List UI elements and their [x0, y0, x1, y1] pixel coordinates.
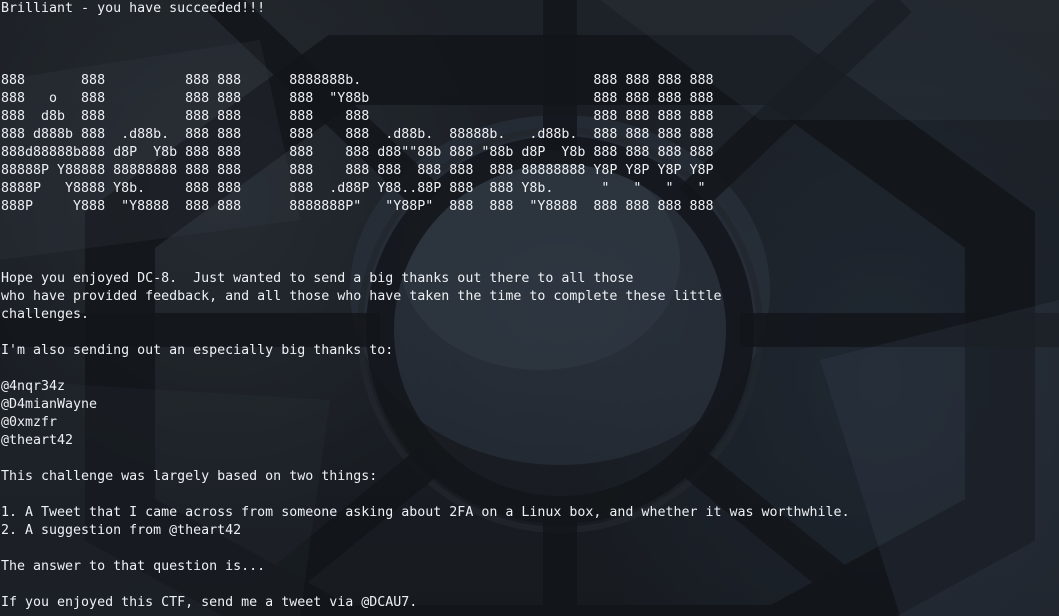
special-thanks-heading: I'm also sending out an especially big t… — [1, 343, 394, 358]
thanks-paragraph-line: challenges. — [1, 307, 90, 322]
ascii-banner-line: 888 o 888 888 888 888 "Y88b 888 888 888 … — [1, 91, 714, 106]
ascii-banner-line: 888 888 888 888 8888888b. 888 888 888 88… — [1, 73, 714, 88]
ascii-banner-line: 888P Y888 "Y8888 888 888 8888888P" "Y88P… — [1, 199, 714, 214]
thanks-paragraph-line: who have provided feedback, and all thos… — [1, 289, 722, 304]
basis-list-item: 1. A Tweet that I came across from someo… — [1, 505, 850, 520]
success-message: Brilliant - you have succeeded!!! — [1, 1, 266, 16]
terminal-window[interactable]: Brilliant - you have succeeded!!! 888 888… — [0, 0, 1059, 616]
tweet-request-line: If you enjoyed this CTF, send me a tweet… — [1, 595, 418, 610]
handle-list-item: @4nqr34z — [1, 379, 66, 394]
handle-list-item: @D4mianWayne — [1, 397, 98, 412]
answer-line: The answer to that question is... — [1, 559, 266, 574]
handle-list-item: @theart42 — [1, 433, 74, 448]
ascii-banner-line: 888 d888b 888 .d88b. 888 888 888 888 .d8… — [1, 127, 714, 142]
basis-list-item: 2. A suggestion from @theart42 — [1, 523, 242, 538]
thanks-paragraph-line: Hope you enjoyed DC-8. Just wanted to se… — [1, 271, 634, 286]
handle-list-item: @0xmzfr — [1, 415, 58, 430]
ascii-banner-line: 88888P Y88888 88888888 888 888 888 888 8… — [1, 163, 714, 178]
ascii-banner-line: 8888P Y8888 Y8b. 888 888 888 .d88P Y88..… — [1, 181, 706, 196]
challenge-basis-heading: This challenge was largely based on two … — [1, 469, 378, 484]
ascii-banner-line: 888 d8b 888 888 888 888 888 888 888 888 … — [1, 109, 714, 124]
ascii-banner-line: 888d88888b888 d8P Y8b 888 888 888 888 d8… — [1, 145, 714, 160]
terminal-output: Brilliant - you have succeeded!!! 888 888… — [1, 0, 850, 612]
